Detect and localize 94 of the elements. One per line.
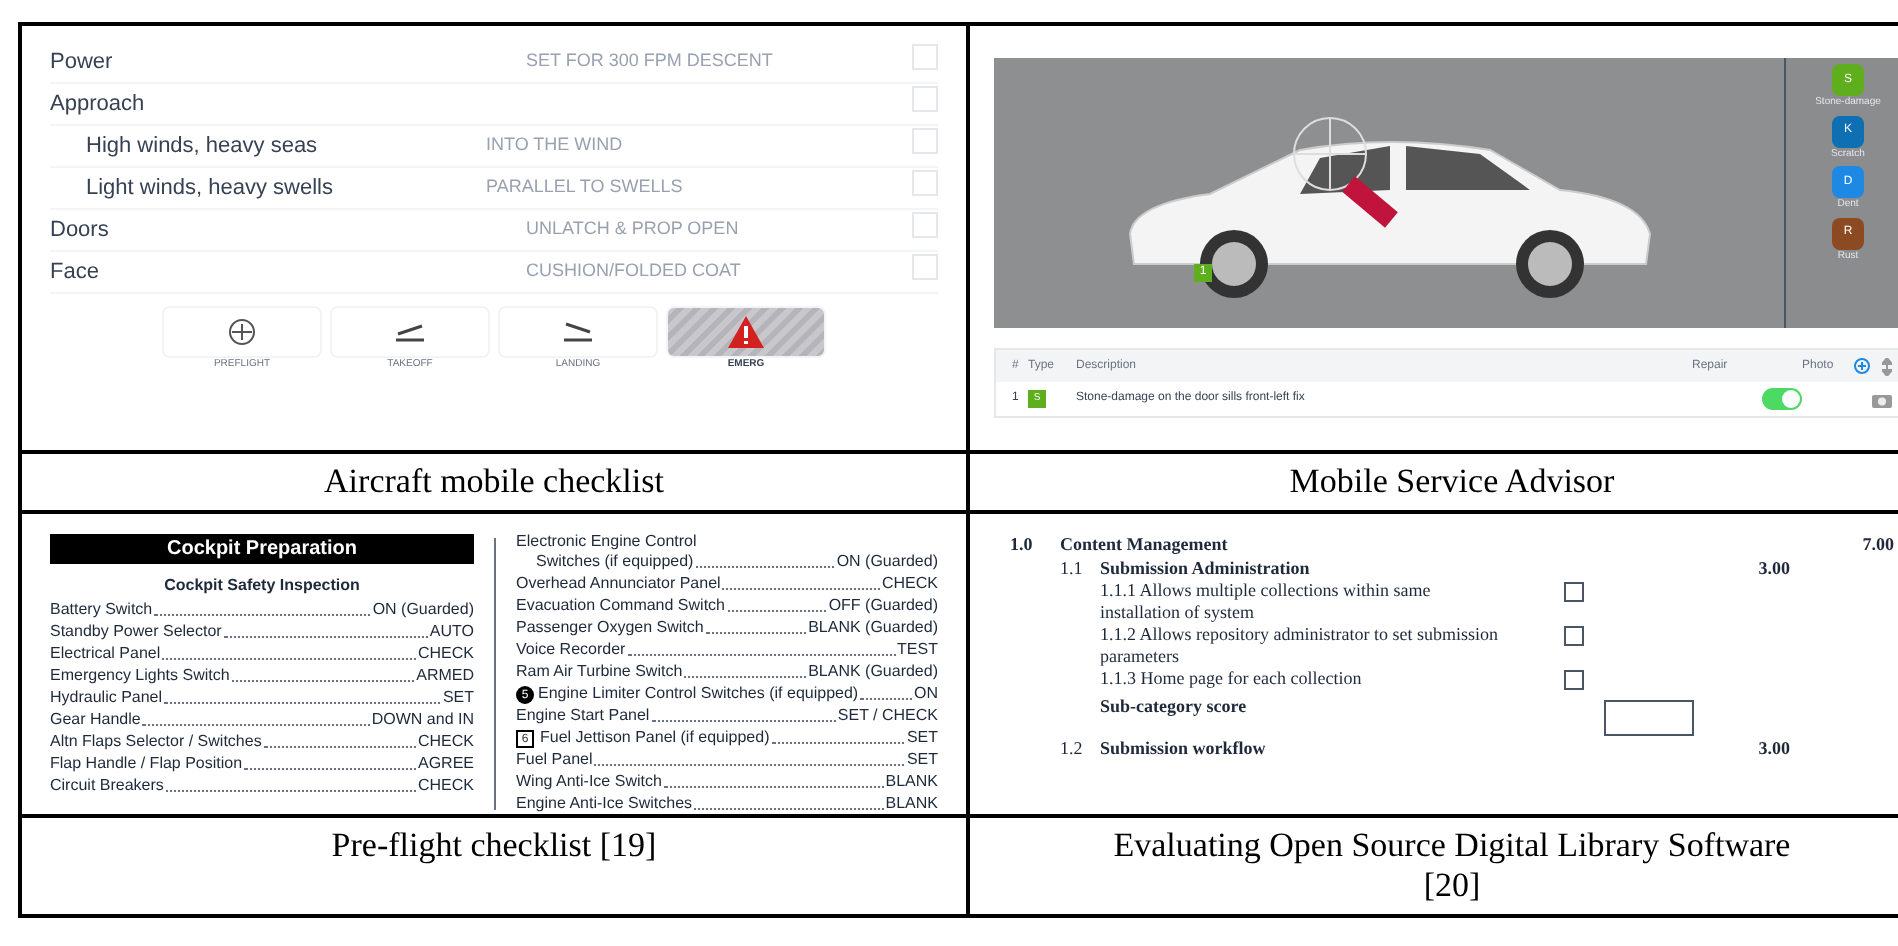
checklist-value: CHECK [417,732,474,752]
checklist-value: AGREE [417,754,474,774]
checklist-value: ON (Guarded) [836,552,938,572]
checkbox[interactable] [912,212,938,238]
item-value: PARALLEL TO SWELLS [486,174,683,201]
item-value: UNLATCH & PROP OPEN [526,216,739,243]
checklist-value: BLANK [885,794,938,814]
item-label: Doors [50,215,111,246]
checklist-item: Engine Limiter Control Switches (if equipped) [538,684,859,704]
checklist-item: Electronic Engine Control [516,534,699,550]
checklist-value: ARMED [416,666,474,686]
subsection-score: 3.00 [1758,558,1790,580]
checklist-value: SET [906,750,938,770]
checklist-item: Standby Power Selector [50,622,222,642]
checklist-item: Switches (if equipped) [536,552,694,572]
checklist-item: Electrical Panel [50,644,161,664]
figure-caption: Evaluating Open Source Digital Library Software [20] [1111,826,1793,906]
criterion-text: 1.1.1 Allows multiple collections within same installation of system [1100,580,1433,624]
section-number: 1.0 [1010,534,1035,556]
checklist-value: BLANK (Guarded) [808,618,938,638]
section-title: Content Management [1060,534,1230,556]
checkbox[interactable] [912,254,938,280]
checklist-value: OFF (Guarded) [828,596,938,616]
checklist-item: Voice Recorder [516,640,626,660]
checklist-item: Battery Switch [50,600,153,620]
checklist-item: Gear Handle [50,710,141,730]
criterion-checkbox[interactable] [1564,626,1584,646]
checklist-item: Altn Flaps Selector / Switches [50,732,262,752]
criterion-text: 1.1.3 Home page for each collection [1100,668,1364,692]
tab[interactable] [498,306,658,358]
checklist-value: CHECK [417,644,474,664]
item-value: CUSHION/FOLDED COAT [526,258,741,285]
score-field[interactable] [1604,700,1694,736]
criterion-text: 1.1.2 Allows repository administrator to set submission parameters [1100,624,1500,668]
checklist-item: Passenger Oxygen Switch [516,618,704,638]
sort-icon[interactable] [1882,357,1892,375]
checklist-value: SET [906,728,938,748]
item-value: SET FOR 300 FPM DESCENT [526,48,773,75]
checklist-value: SET [442,688,474,708]
checklist-value: ON (Guarded) [372,600,474,620]
figure-caption: Pre-flight checklist [19] [329,826,659,868]
checkbox[interactable] [912,86,938,112]
item-label: Light winds, heavy swells [84,173,336,204]
criterion-checkbox[interactable] [1564,670,1584,690]
checklist-value: CHECK [881,574,938,594]
tab[interactable] [330,306,490,358]
checklist-value: AUTO [429,622,474,642]
checkbox[interactable] [912,44,938,70]
checklist-value: BLANK (Guarded) [808,662,938,682]
checklist-item: Engine Anti-Ice Switches [516,794,693,814]
checklist-item: Ram Air Turbine Switch [516,662,683,682]
checklist-item: Engine Start Panel [516,706,650,726]
item-label: Power [50,47,115,78]
tab[interactable] [162,306,322,358]
checklist-value: BLANK [885,772,938,792]
checklist-subtitle: Cockpit Safety Inspection [162,574,362,598]
checklist-value: CHECK [417,776,474,796]
checklist-item: Flap Handle / Flap Position [50,754,243,774]
repair-toggle[interactable] [1762,388,1802,410]
checklist-item: Fuel Panel [516,750,593,770]
camera-icon[interactable] [1872,391,1892,407]
checkbox[interactable] [912,128,938,154]
subsection-title: Submission Administration [1100,558,1312,580]
item-label: Approach [50,89,147,120]
subtotal-label: Sub-category score [1100,696,1249,718]
takeoff-icon [392,322,428,342]
subsection-title: Submission workflow [1100,738,1268,760]
add-icon[interactable] [1854,358,1870,374]
criterion-checkbox[interactable] [1564,582,1584,602]
checkbox[interactable] [912,170,938,196]
subsection-number: 1.1 [1060,558,1085,580]
section-banner: Cockpit Preparation [50,534,474,564]
checklist-value: ON [914,684,938,704]
warning-icon [728,316,764,348]
subsection-score: 3.00 [1758,738,1790,760]
figure-caption: Mobile Service Advisor [1287,462,1617,502]
section-score: 7.00 [1862,534,1894,556]
checklist-value: DOWN and IN [371,710,474,730]
tab[interactable] [666,306,826,358]
checklist-item: Circuit Breakers [50,776,164,796]
checklist-value: TEST [897,640,938,660]
checklist-item: Evacuation Command Switch [516,596,725,616]
item-value: INTO THE WIND [486,132,623,159]
checklist-item: Wing Anti-Ice Switch [516,772,662,792]
landing-icon [560,322,596,342]
item-label: High winds, heavy seas [84,131,320,162]
item-label: Face [50,257,101,288]
subsection-number: 1.2 [1060,738,1085,760]
figure-caption: Aircraft mobile checklist [322,462,666,502]
checklist-item: Fuel Jettison Panel (if equipped) [540,728,770,748]
checklist-item: Emergency Lights Switch [50,666,230,686]
checklist-item: Overhead Annunciator Panel [516,574,721,594]
checklist-item: Hydraulic Panel [50,688,163,708]
checklist-value: SET / CHECK [837,706,938,726]
